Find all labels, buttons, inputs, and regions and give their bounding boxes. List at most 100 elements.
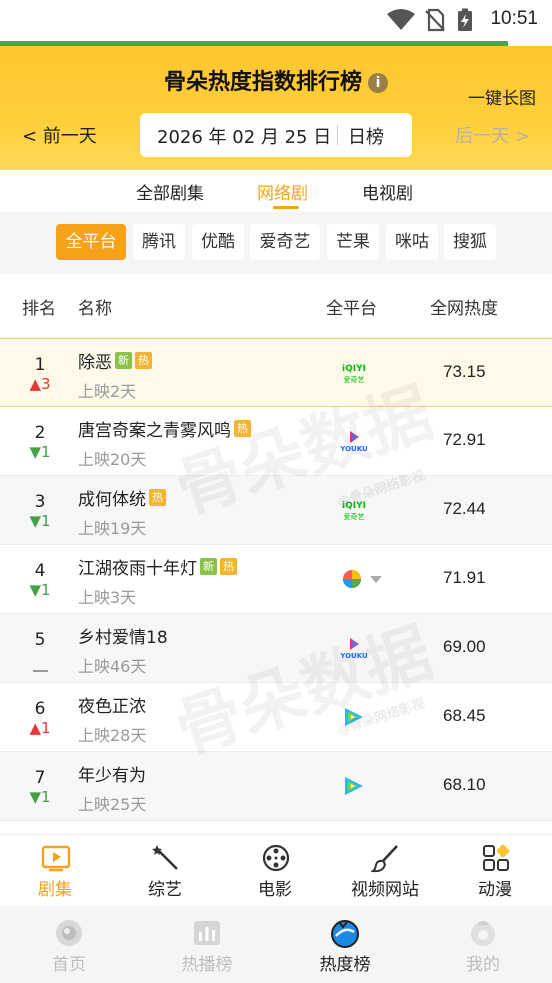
category-movie[interactable]: 电影	[220, 835, 330, 907]
platform-filter: 全平台 腾讯 优酷 爱奇艺 芒果 咪咕 搜狐	[0, 212, 552, 274]
arrow-down-icon: ▼	[29, 512, 41, 530]
next-day-button[interactable]: 后一天 >	[455, 122, 530, 148]
tv-icon	[41, 843, 71, 873]
arrow-up-icon: ▲	[29, 719, 41, 737]
rank-change-value: 1	[41, 512, 51, 530]
chip-mango[interactable]: 芒果	[327, 224, 379, 260]
category-video-sites[interactable]: 视频网站	[330, 835, 440, 907]
youku-logo-icon: YOUKU	[339, 429, 368, 453]
table-row[interactable]: 7 ▼1 年少有为 上映25天 68.10	[0, 752, 552, 821]
column-heat: 全网热度	[430, 299, 498, 319]
ranking-list: 1 ▲3 除恶新热 上映2天 iQIYI 爱奇艺 73.15 2 ▼1 唐宫奇案之…	[0, 338, 552, 834]
days-on-air: 上映3天	[78, 588, 137, 607]
active-tab-indicator	[273, 206, 299, 209]
category-variety[interactable]: 综艺	[110, 835, 220, 907]
category-anime[interactable]: 动漫	[440, 835, 550, 907]
bottom-navigation: 首页 热播榜 热度榜 我的	[0, 906, 552, 983]
show-name: 除恶新热	[78, 348, 152, 373]
rank-change-value: 1	[41, 581, 51, 599]
nav-label: 我的	[466, 955, 500, 975]
new-badge: 新	[115, 352, 132, 369]
arrow-up-icon: ▲	[29, 375, 41, 393]
chip-all-platforms[interactable]: 全平台	[56, 224, 126, 260]
profile-icon	[468, 918, 498, 948]
hot-badge: 热	[149, 489, 166, 506]
show-title: 江湖夜雨十年灯	[78, 559, 197, 579]
arrow-down-icon: ▼	[29, 581, 41, 599]
table-row[interactable]: 2 ▼1 唐宫奇案之青雾风鸣热 上映20天 YOUKU 72.91	[0, 407, 552, 476]
rank-change: ▲1	[24, 719, 56, 737]
days-on-air: 上映20天	[78, 450, 147, 469]
tab-web-series[interactable]: 网络剧	[257, 179, 308, 204]
show-name: 年少有为	[78, 761, 146, 786]
table-row[interactable]: 6 ▲1 夜色正浓 上映28天 68.45	[0, 683, 552, 752]
svg-text:爱奇艺: 爱奇艺	[344, 512, 365, 521]
nav-home[interactable]: 首页	[0, 906, 138, 983]
category-tabs: 全部剧集 网络剧 电视剧	[0, 170, 552, 212]
heat-value: 68.45	[443, 706, 486, 725]
table-header: 排名 名称 全平台 全网热度	[0, 274, 552, 338]
chip-sohu[interactable]: 搜狐	[444, 224, 496, 260]
column-rank: 排名	[22, 299, 56, 319]
home-icon	[54, 918, 84, 948]
rank-change: ▲3	[24, 375, 56, 393]
rank-change: ▼1	[24, 788, 56, 806]
rank-change: ▼1	[24, 581, 56, 599]
rank-number: 6	[34, 699, 46, 719]
clock: 10:51	[490, 8, 538, 29]
chip-migu[interactable]: 咪咕	[386, 224, 438, 260]
rank-number: 1	[34, 355, 46, 375]
category-label: 电影	[258, 880, 292, 900]
nav-label: 热度榜	[319, 955, 371, 975]
rank-number: 4	[34, 561, 46, 581]
content-category-bar: 剧集 综艺 电影 视频网站 动漫	[0, 834, 552, 906]
nav-hot-play[interactable]: 热播榜	[138, 906, 276, 983]
battery-charging-icon	[457, 8, 473, 36]
tencent-video-logo-icon	[340, 705, 368, 729]
date-selector[interactable]: 2026 年 02 月 25 日 日榜	[140, 113, 412, 157]
category-series[interactable]: 剧集	[0, 835, 110, 907]
tab-tv-series[interactable]: 电视剧	[362, 179, 413, 204]
rank-change-value: 3	[41, 375, 51, 393]
rank-change-value: 1	[41, 443, 51, 461]
nav-profile[interactable]: 我的	[414, 906, 552, 983]
days-on-air: 上映28天	[78, 726, 147, 745]
info-icon[interactable]: i	[368, 73, 388, 93]
category-label: 视频网站	[351, 880, 419, 900]
svg-text:爱奇艺: 爱奇艺	[344, 375, 365, 384]
nav-label: 首页	[52, 955, 86, 975]
ranking-mode[interactable]: 日榜	[348, 123, 384, 149]
svg-text:YOUKU: YOUKU	[340, 445, 368, 453]
tab-all-series[interactable]: 全部剧集	[136, 179, 204, 204]
table-row[interactable]: 1 ▲3 除恶新热 上映2天 iQIYI 爱奇艺 73.15	[0, 338, 552, 407]
show-title: 唐宫奇案之青雾风鸣	[78, 421, 231, 441]
brush-icon	[369, 843, 401, 873]
rank-number: 2	[34, 423, 46, 443]
previous-day-button[interactable]: < 前一天	[22, 122, 97, 148]
table-row[interactable]: 4 ▼1 江湖夜雨十年灯新热 上映3天 71.91	[0, 545, 552, 614]
nav-heat-ranking[interactable]: 热度榜	[276, 906, 414, 983]
table-row[interactable]: 3 ▼1 成何体统热 上映19天 iQIYI 爱奇艺 72.44	[0, 476, 552, 545]
wifi-icon	[386, 8, 416, 36]
table-row[interactable]: 5 乡村爱情18 上映46天 YOUKU 69.00	[0, 614, 552, 683]
days-on-air: 上映46天	[78, 657, 147, 676]
long-image-button[interactable]: 一键长图	[468, 84, 536, 109]
youku-logo-icon: YOUKU	[339, 636, 368, 660]
rank-number: 3	[34, 492, 46, 512]
show-name: 乡村爱情18	[78, 623, 168, 648]
hot-badge: 热	[220, 558, 237, 575]
heat-icon	[330, 918, 360, 948]
chip-youku[interactable]: 优酷	[192, 224, 244, 260]
chip-tencent[interactable]: 腾讯	[133, 224, 185, 260]
heat-value: 69.00	[443, 637, 486, 656]
days-on-air: 上映2天	[78, 382, 137, 401]
show-title: 成何体统	[78, 490, 146, 510]
svg-text:iQIYI: iQIYI	[342, 364, 366, 374]
show-title: 夜色正浓	[78, 697, 146, 717]
category-label: 综艺	[148, 880, 182, 900]
chip-iqiyi[interactable]: 爱奇艺	[250, 224, 320, 260]
film-reel-icon	[261, 843, 291, 873]
heat-value: 73.15	[443, 362, 486, 381]
multi-platform-icon[interactable]	[340, 567, 386, 591]
column-platform: 全平台	[326, 299, 377, 319]
